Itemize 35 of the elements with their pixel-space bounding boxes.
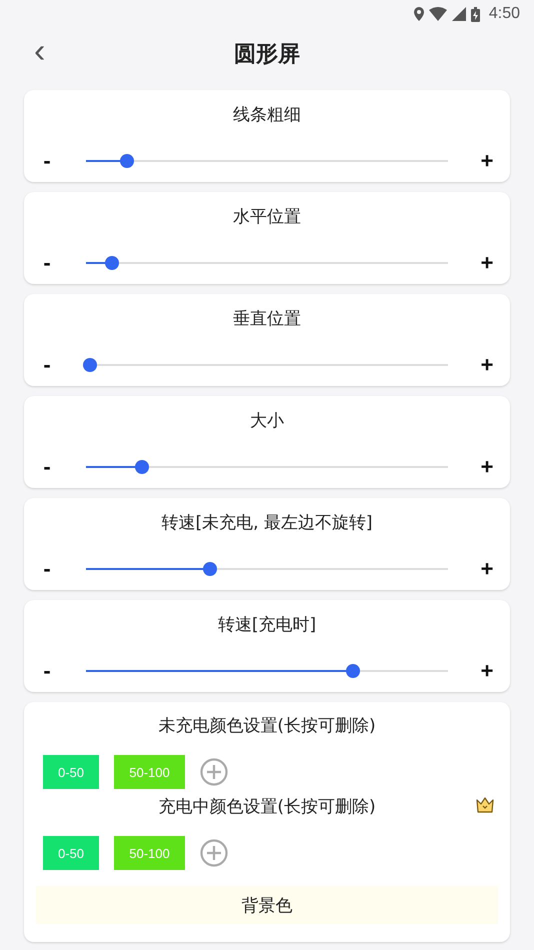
slider-thumb[interactable] <box>82 358 97 372</box>
decrease-button[interactable]: - <box>24 454 70 480</box>
slider-thumb[interactable] <box>346 664 360 678</box>
increase-button[interactable]: + <box>464 556 510 582</box>
slider-thumb[interactable] <box>120 154 134 168</box>
decrease-button[interactable]: - <box>24 556 70 582</box>
decrease-button[interactable]: - <box>24 352 70 378</box>
location-icon <box>414 7 424 21</box>
setting-title: 转速[充电时] <box>218 614 316 636</box>
crown-icon <box>476 797 494 813</box>
slider-thumb[interactable] <box>105 256 120 270</box>
signal-icon <box>452 7 466 21</box>
back-button[interactable]: ‹ <box>34 34 46 68</box>
setting-title: 转速[未充电, 最左边不旋转] <box>161 512 373 534</box>
page-title: 圆形屏 <box>234 41 300 69</box>
wifi-icon <box>428 7 447 21</box>
setting-title: 垂直位置 <box>233 308 301 330</box>
setting-title: 未充电颜色设置(长按可删除) <box>158 715 376 737</box>
setting-title: 水平位置 <box>233 206 301 228</box>
increase-button[interactable]: + <box>464 148 510 174</box>
decrease-button[interactable]: - <box>24 148 70 174</box>
increase-button[interactable]: + <box>464 250 510 276</box>
increase-button[interactable]: + <box>464 352 510 378</box>
slider-thumb[interactable] <box>203 562 218 576</box>
setting-title: 充电中颜色设置(长按可删除) <box>158 796 376 818</box>
setting-title: 线条粗细 <box>233 104 301 126</box>
background-color-button[interactable]: 背景色 <box>36 886 498 924</box>
decrease-button[interactable]: - <box>24 250 70 276</box>
setting-title: 大小 <box>250 410 284 432</box>
slider-thumb[interactable] <box>135 460 150 474</box>
status-time: 4:50 <box>488 5 520 23</box>
decrease-button[interactable]: - <box>24 658 70 684</box>
increase-button[interactable]: + <box>464 454 510 480</box>
increase-button[interactable]: + <box>464 658 510 684</box>
battery-icon <box>470 6 480 22</box>
